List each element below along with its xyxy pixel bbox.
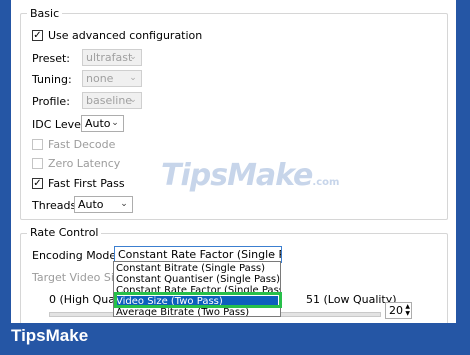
zero-latency-label: Zero Latency (48, 157, 121, 170)
advanced-config-checkbox[interactable]: ✓ (32, 30, 43, 41)
profile-label: Profile: (32, 95, 70, 108)
preset-value: ultrafast (86, 51, 133, 64)
idc-level-value: Auto (85, 117, 111, 130)
quality-value: 20 (389, 304, 403, 317)
advanced-config-label: Use advanced configuration (48, 29, 203, 42)
threads-dropdown[interactable]: Auto ⌄ (74, 196, 133, 213)
quality-spinbox[interactable]: 20 ▲ ▼ (385, 302, 412, 319)
threads-value: Auto (78, 198, 104, 211)
idc-level-label: IDC Level: (32, 118, 88, 131)
chevron-down-icon: ⌄ (120, 199, 128, 209)
chevron-down-icon: ⌄ (111, 118, 119, 128)
tuning-label: Tuning: (32, 73, 72, 86)
threads-label: Threads (32, 199, 77, 212)
preset-label: Preset: (32, 52, 71, 65)
zero-latency-checkbox[interactable] (32, 158, 43, 169)
encoding-mode-label: Encoding Mode: (32, 249, 120, 262)
checkmark-icon: ✓ (33, 30, 42, 41)
quality-high-end-label: 51 (Low Quality) (306, 293, 397, 306)
fast-decode-checkbox[interactable] (32, 139, 43, 150)
profile-value: baseline (86, 94, 133, 107)
encoding-mode-value: Constant Rate Factor (Single Pass) (118, 248, 281, 261)
watermark: TipsMake.com (161, 158, 339, 193)
option-average-bitrate[interactable]: Average Bitrate (Two Pass) (116, 307, 249, 316)
option-constant-bitrate[interactable]: Constant Bitrate (Single Pass) (116, 263, 265, 274)
tuning-dropdown[interactable]: none ⌄ (82, 70, 142, 87)
spin-down-icon[interactable]: ▼ (405, 310, 410, 317)
tuning-value: none (86, 72, 114, 85)
encoding-mode-options-list: Constant Bitrate (Single Pass) Constant … (113, 261, 281, 317)
fast-decode-label: Fast Decode (48, 138, 116, 151)
idc-level-dropdown[interactable]: Auto ⌄ (81, 115, 124, 132)
fast-first-pass-label: Fast First Pass (48, 177, 125, 190)
option-constant-quantiser[interactable]: Constant Quantiser (Single Pass) (116, 274, 280, 285)
fast-first-pass-checkbox[interactable]: ✓ (32, 178, 43, 189)
spin-up-icon[interactable]: ▲ (405, 303, 410, 310)
basic-legend: Basic (27, 7, 63, 20)
chevron-down-icon: ⌄ (269, 249, 277, 259)
watermark-text: TipsMake (161, 158, 313, 193)
watermark-suffix: .com (312, 177, 340, 188)
rate-control-legend: Rate Control (27, 226, 102, 239)
checkmark-icon: ✓ (33, 178, 42, 189)
chevron-down-icon: ⌄ (129, 52, 137, 62)
footer-brand: TipsMake (11, 326, 89, 345)
profile-dropdown[interactable]: baseline ⌄ (82, 92, 142, 109)
chevron-down-icon: ⌄ (129, 95, 137, 105)
highlight-frame (114, 292, 282, 308)
chevron-down-icon: ⌄ (129, 73, 137, 83)
settings-panel: Basic ✓ Use advanced configuration Prese… (11, 0, 456, 323)
preset-dropdown[interactable]: ultrafast ⌄ (82, 49, 142, 66)
